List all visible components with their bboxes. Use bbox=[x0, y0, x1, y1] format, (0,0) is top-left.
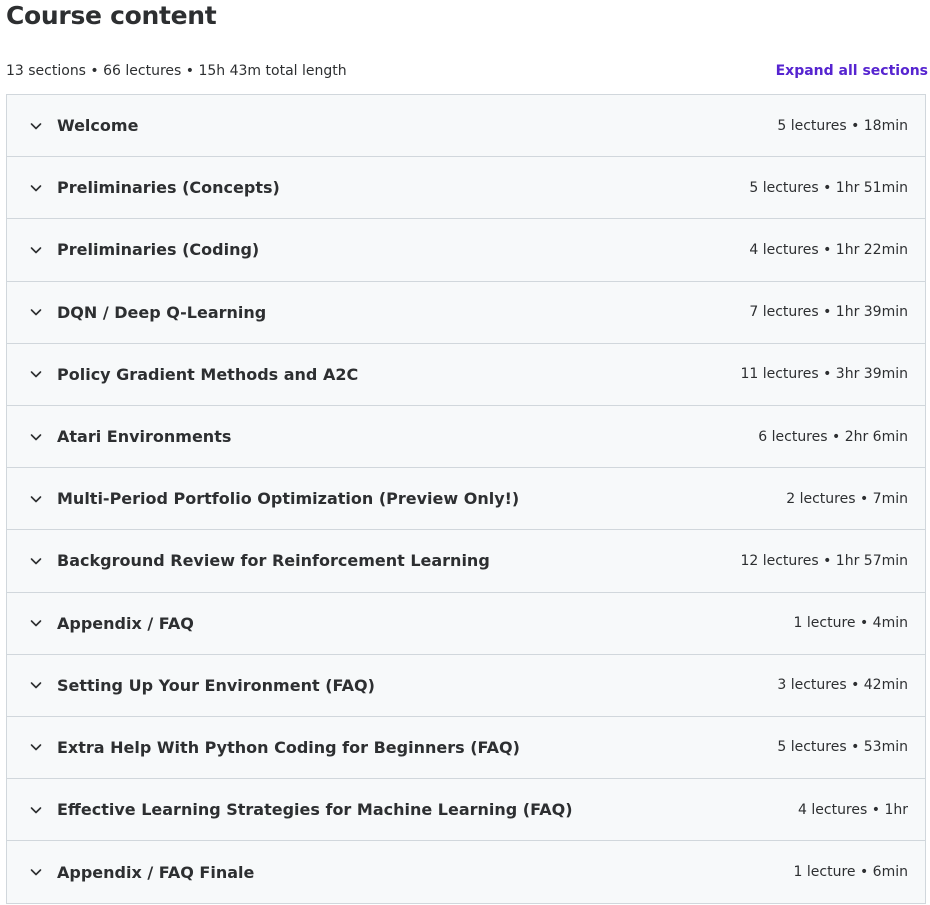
chevron-down-icon bbox=[29, 243, 43, 257]
section-row-7[interactable]: Multi-Period Portfolio Optimization (Pre… bbox=[7, 468, 925, 531]
section-title: Background Review for Reinforcement Lear… bbox=[57, 551, 490, 571]
section-meta: 5 lectures • 18min bbox=[777, 117, 908, 134]
chevron-down-icon bbox=[29, 554, 43, 568]
chevron-down-icon bbox=[29, 740, 43, 754]
section-row-8[interactable]: Background Review for Reinforcement Lear… bbox=[7, 530, 925, 593]
chevron-down-icon bbox=[29, 865, 43, 879]
section-title: Effective Learning Strategies for Machin… bbox=[57, 800, 573, 820]
section-title: Atari Environments bbox=[57, 427, 232, 447]
section-title: Appendix / FAQ Finale bbox=[57, 862, 255, 882]
section-row-1[interactable]: Welcome 5 lectures • 18min bbox=[7, 95, 925, 158]
section-row-4[interactable]: DQN / Deep Q-Learning 7 lectures • 1hr 3… bbox=[7, 281, 925, 344]
section-title: Preliminaries (Coding) bbox=[57, 240, 260, 260]
section-row-12[interactable]: Effective Learning Strategies for Machin… bbox=[7, 779, 925, 842]
chevron-down-icon bbox=[29, 678, 43, 692]
section-meta: 12 lectures • 1hr 57min bbox=[740, 552, 908, 569]
course-summary: 13 sections • 66 lectures • 15h 43m tota… bbox=[6, 63, 347, 79]
section-meta: 1 lecture • 6min bbox=[793, 864, 908, 881]
chevron-down-icon bbox=[29, 367, 43, 381]
section-title: Policy Gradient Methods and A2C bbox=[57, 364, 359, 384]
section-title: Appendix / FAQ bbox=[57, 613, 194, 633]
course-summary-bar: 13 sections • 66 lectures • 15h 43m tota… bbox=[6, 60, 928, 82]
section-row-2[interactable]: Preliminaries (Concepts) 5 lectures • 1h… bbox=[7, 157, 925, 220]
section-meta: 1 lecture • 4min bbox=[793, 615, 908, 632]
expand-all-sections-button[interactable]: Expand all sections bbox=[776, 63, 928, 79]
section-title: Preliminaries (Concepts) bbox=[57, 178, 280, 198]
chevron-down-icon bbox=[29, 803, 43, 817]
section-row-3[interactable]: Preliminaries (Coding) 4 lectures • 1hr … bbox=[7, 219, 925, 282]
section-title: Extra Help With Python Coding for Beginn… bbox=[57, 737, 520, 757]
section-meta: 6 lectures • 2hr 6min bbox=[758, 428, 908, 445]
section-meta: 5 lectures • 1hr 51min bbox=[749, 179, 908, 196]
chevron-down-icon bbox=[29, 492, 43, 506]
section-meta: 11 lectures • 3hr 39min bbox=[740, 366, 908, 383]
chevron-down-icon bbox=[29, 305, 43, 319]
section-list: Welcome 5 lectures • 18min Preliminaries… bbox=[6, 94, 926, 905]
section-meta: 5 lectures • 53min bbox=[777, 739, 908, 756]
section-meta: 2 lectures • 7min bbox=[786, 490, 908, 507]
page-title: Course content bbox=[6, 1, 217, 30]
section-title: Welcome bbox=[57, 116, 139, 136]
section-row-13[interactable]: Appendix / FAQ Finale 1 lecture • 6min bbox=[7, 841, 925, 904]
section-row-11[interactable]: Extra Help With Python Coding for Beginn… bbox=[7, 716, 925, 780]
section-title: Multi-Period Portfolio Optimization (Pre… bbox=[57, 489, 520, 509]
section-meta: 3 lectures • 42min bbox=[777, 677, 908, 694]
section-row-5[interactable]: Policy Gradient Methods and A2C 11 lectu… bbox=[7, 343, 925, 406]
section-row-9[interactable]: Appendix / FAQ 1 lecture • 4min bbox=[7, 592, 925, 655]
chevron-down-icon bbox=[29, 616, 43, 630]
section-row-6[interactable]: Atari Environments 6 lectures • 2hr 6min bbox=[7, 405, 925, 469]
chevron-down-icon bbox=[29, 119, 43, 133]
section-title: Setting Up Your Environment (FAQ) bbox=[57, 675, 375, 695]
section-meta: 4 lectures • 1hr 22min bbox=[749, 241, 908, 258]
section-meta: 4 lectures • 1hr bbox=[798, 801, 908, 818]
chevron-down-icon bbox=[29, 181, 43, 195]
section-meta: 7 lectures • 1hr 39min bbox=[749, 304, 908, 321]
section-row-10[interactable]: Setting Up Your Environment (FAQ) 3 lect… bbox=[7, 654, 925, 717]
chevron-down-icon bbox=[29, 430, 43, 444]
section-title: DQN / Deep Q-Learning bbox=[57, 302, 267, 322]
